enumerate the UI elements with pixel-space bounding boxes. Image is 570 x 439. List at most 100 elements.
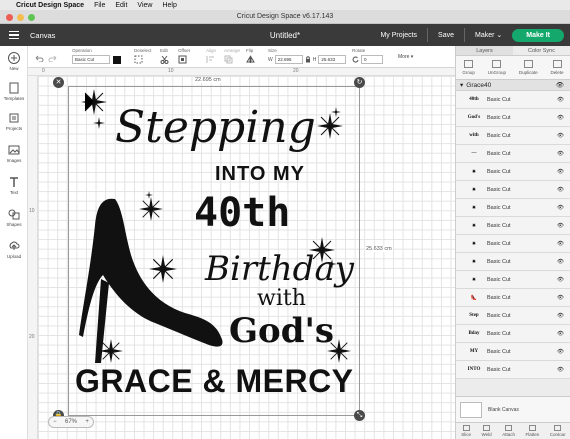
- eye-icon[interactable]: 👁: [557, 169, 564, 175]
- arrange-button[interactable]: Arrange: [224, 48, 240, 64]
- selected-design[interactable]: Stepping INTO MY 40th Birthday with God'…: [68, 86, 360, 416]
- layer-row[interactable]: with Basic Cut 👁: [456, 127, 570, 145]
- machine-select[interactable]: Maker ⌄: [475, 31, 502, 39]
- zoom-out-button[interactable]: −: [53, 419, 57, 425]
- layer-row[interactable]: Step Basic Cut 👁: [456, 307, 570, 325]
- sidebar-item-upload[interactable]: Upload: [0, 240, 28, 259]
- eye-icon[interactable]: 👁: [557, 187, 564, 193]
- layer-name: Basic Cut: [487, 222, 511, 229]
- more-button[interactable]: More ▾: [398, 54, 413, 60]
- eye-icon[interactable]: 👁: [557, 295, 564, 301]
- layer-row[interactable]: Bday Basic Cut 👁: [456, 325, 570, 343]
- delete-button[interactable]: Delete: [551, 60, 564, 79]
- save-button[interactable]: Save: [438, 32, 454, 39]
- blank-canvas-row[interactable]: Blank Canvas: [456, 396, 570, 422]
- layer-row[interactable]: ✷ Basic Cut 👁: [456, 163, 570, 181]
- my-projects-button[interactable]: My Projects: [380, 32, 417, 39]
- eye-icon[interactable]: 👁: [557, 367, 564, 373]
- layer-row[interactable]: ✷ Basic Cut 👁: [456, 235, 570, 253]
- design-canvas[interactable]: 0 10 20 10 20 22.695 cm 25.633 cm Steppi…: [28, 68, 455, 439]
- make-it-button[interactable]: Make It: [512, 28, 564, 42]
- menu-app-name[interactable]: Cricut Design Space: [16, 2, 84, 9]
- tab-layers[interactable]: Layers: [456, 46, 513, 56]
- layer-row[interactable]: ✷ Basic Cut 👁: [456, 199, 570, 217]
- attach-button[interactable]: Attach: [502, 425, 515, 439]
- layer-row[interactable]: INTO Basic Cut 👁: [456, 361, 570, 379]
- weld-button[interactable]: Weld: [482, 425, 492, 439]
- chevron-down-icon[interactable]: ▾: [460, 81, 463, 89]
- eye-icon[interactable]: 👁: [557, 259, 564, 265]
- eye-icon[interactable]: 👁: [557, 241, 564, 247]
- menu-edit[interactable]: Edit: [115, 2, 127, 9]
- minimize-window-button[interactable]: [17, 14, 24, 21]
- lock-icon[interactable]: [305, 56, 311, 63]
- offset-button[interactable]: Offset: [178, 48, 190, 64]
- tab-color-sync[interactable]: Color Sync: [513, 46, 570, 56]
- contour-button[interactable]: Contour: [550, 425, 566, 439]
- sidebar-item-shapes[interactable]: Shapes: [0, 208, 28, 227]
- sidebar-item-projects[interactable]: Projects: [0, 112, 28, 131]
- layer-row[interactable]: ✷ Basic Cut 👁: [456, 181, 570, 199]
- layer-group-row[interactable]: ▾ Grace40 👁: [456, 80, 570, 91]
- menu-file[interactable]: File: [94, 2, 105, 9]
- sidebar-item-templates[interactable]: Templates: [0, 82, 28, 101]
- redo-icon[interactable]: [48, 54, 58, 62]
- group-button[interactable]: Group: [462, 60, 475, 79]
- align-button[interactable]: Align: [206, 48, 216, 64]
- close-window-button[interactable]: [6, 14, 13, 21]
- zoom-window-button[interactable]: [28, 14, 35, 21]
- hamburger-menu-icon[interactable]: [0, 30, 28, 40]
- layer-name: Basic Cut: [487, 366, 511, 373]
- layer-name: Basic Cut: [487, 240, 511, 247]
- layer-row[interactable]: God's Basic Cut 👁: [456, 109, 570, 127]
- menu-view[interactable]: View: [137, 2, 152, 9]
- width-prefix: W: [268, 56, 273, 63]
- deselect-button[interactable]: Deselect: [134, 48, 152, 64]
- slice-button[interactable]: Slice: [461, 425, 471, 439]
- flatten-button[interactable]: Flatten: [525, 425, 539, 439]
- sidebar-label: Text: [9, 190, 19, 195]
- layer-row[interactable]: 👠 Basic Cut 👁: [456, 289, 570, 307]
- resize-handle[interactable]: ⤡: [354, 410, 365, 421]
- flip-button[interactable]: Flip: [246, 48, 255, 64]
- delete-handle[interactable]: ✕: [53, 77, 64, 88]
- eye-icon[interactable]: 👁: [557, 223, 564, 229]
- eye-icon[interactable]: 👁: [557, 331, 564, 337]
- zoom-in-button[interactable]: +: [85, 419, 89, 425]
- menu-help[interactable]: Help: [162, 2, 176, 9]
- layer-thumbnail: ✷: [471, 277, 477, 283]
- eye-icon[interactable]: 👁: [557, 349, 564, 355]
- layer-row[interactable]: ✷ Basic Cut 👁: [456, 271, 570, 289]
- color-swatch[interactable]: [113, 55, 121, 64]
- edit-button[interactable]: Edit: [160, 48, 169, 64]
- panel-tabs: Layers Color Sync: [456, 46, 570, 56]
- duplicate-button[interactable]: Duplicate: [519, 60, 538, 79]
- upload-icon: [9, 241, 20, 250]
- eye-icon[interactable]: 👁: [557, 151, 564, 157]
- width-input[interactable]: 22.695: [274, 55, 303, 64]
- layer-row[interactable]: ✷ Basic Cut 👁: [456, 253, 570, 271]
- eye-icon[interactable]: 👁: [557, 277, 564, 283]
- window-controls: [6, 14, 35, 21]
- ungroup-button[interactable]: UnGroup: [488, 60, 506, 79]
- group-name: Grace40: [466, 81, 492, 89]
- eye-icon[interactable]: 👁: [557, 97, 564, 103]
- eye-icon[interactable]: 👁: [557, 313, 564, 319]
- eye-icon[interactable]: 👁: [556, 81, 564, 89]
- layer-row[interactable]: 40th Basic Cut 👁: [456, 91, 570, 109]
- rotate-handle[interactable]: ↻: [354, 77, 365, 88]
- sidebar-item-new[interactable]: New: [0, 52, 28, 71]
- eye-icon[interactable]: 👁: [557, 205, 564, 211]
- layer-row[interactable]: — Basic Cut 👁: [456, 145, 570, 163]
- operation-select[interactable]: Basic Cut: [72, 55, 110, 64]
- rotate-input[interactable]: 0: [361, 55, 383, 64]
- height-input[interactable]: 25.633: [318, 55, 347, 64]
- undo-icon[interactable]: [34, 54, 44, 62]
- eye-icon[interactable]: 👁: [557, 133, 564, 139]
- sidebar-item-text[interactable]: Text: [0, 176, 28, 195]
- eye-icon[interactable]: 👁: [557, 115, 564, 121]
- sparkle-star-icon: [331, 107, 341, 117]
- layer-row[interactable]: MY Basic Cut 👁: [456, 343, 570, 361]
- layer-row[interactable]: ✷ Basic Cut 👁: [456, 217, 570, 235]
- sidebar-item-images[interactable]: Images: [0, 144, 28, 163]
